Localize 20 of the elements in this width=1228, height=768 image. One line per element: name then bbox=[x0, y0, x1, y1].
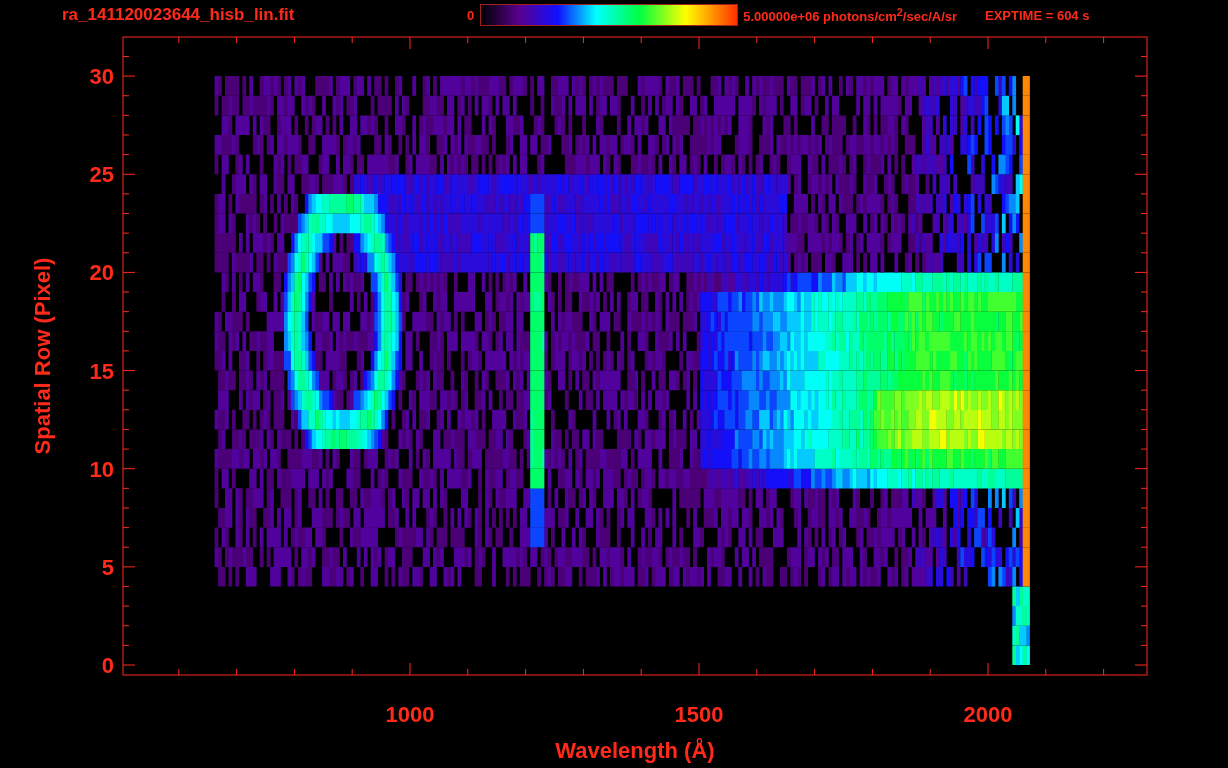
y-tick-label: 0 bbox=[101, 653, 114, 678]
y-tick-label: 5 bbox=[101, 554, 114, 580]
y-tick-label: 20 bbox=[89, 260, 114, 286]
x-tick-label: 1000 bbox=[385, 702, 435, 727]
x-axis-label: Wavelength (Å) bbox=[555, 738, 715, 763]
y-axis-label: Spatial Row (Pixel) bbox=[30, 257, 55, 455]
y-tick-label: 15 bbox=[89, 358, 114, 384]
heatmap-row bbox=[1012, 645, 1030, 666]
colorbar-min-label: 0 bbox=[467, 7, 475, 23]
y-tick-label: 25 bbox=[89, 162, 114, 188]
y-tick-label: 30 bbox=[89, 64, 114, 90]
heatmap-row bbox=[1012, 606, 1030, 626]
heatmap-row bbox=[1012, 586, 1030, 607]
heatmap-row bbox=[1012, 625, 1030, 646]
exposure-time: EXPTIME = 604 s bbox=[985, 7, 1090, 23]
file-title: ra_141120023644_hisb_lin.fit bbox=[62, 5, 296, 25]
colorbar-max-label: 5.00000e+06 photons/cm$^{2}$/sec/A/sr bbox=[743, 5, 958, 25]
x-tick-label: 2000 bbox=[963, 702, 1013, 727]
x-tick-label: 1500 bbox=[674, 702, 724, 727]
y-tick-label: 10 bbox=[89, 456, 114, 482]
